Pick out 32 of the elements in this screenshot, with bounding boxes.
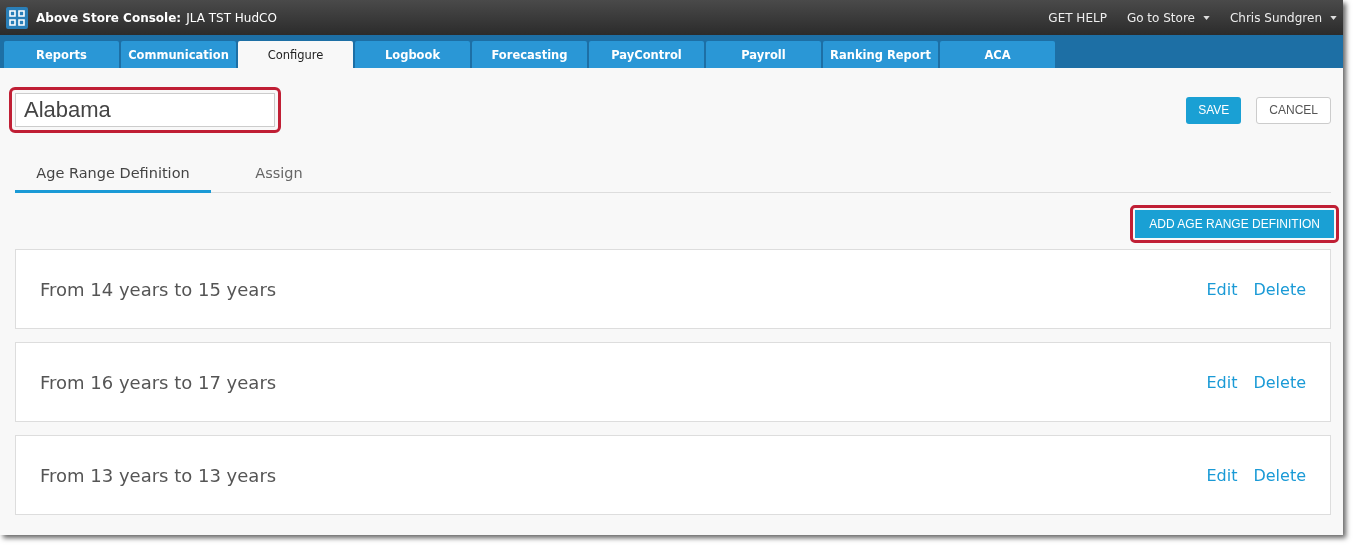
edit-link[interactable]: Edit [1206,372,1238,392]
range-text: From 13 years to 13 years [40,464,277,486]
cancel-button[interactable]: CANCEL [1256,96,1331,124]
range-text: From 16 years to 17 years [40,371,277,393]
nav-tab[interactable]: Ranking Report [823,41,938,68]
add-definition-button[interactable]: ADD AGE RANGE DEFINITION [1135,210,1334,238]
delete-link[interactable]: Delete [1253,465,1306,485]
save-button[interactable]: SAVE [1186,96,1242,124]
sub-tab[interactable]: Age Range Definition [15,157,211,193]
delete-link[interactable]: Delete [1253,372,1306,392]
header-link[interactable]: GET HELP [1048,10,1107,25]
nav-tab[interactable]: Configure [238,41,353,68]
caret-icon [1330,15,1337,20]
header-link[interactable]: Chris Sundgren [1229,10,1337,25]
logo-icon [6,6,28,29]
caret-icon [1202,15,1210,20]
sub-tab[interactable]: Assign [211,157,347,193]
range-text: From 14 years to 15 years [40,278,277,300]
header-link[interactable]: Go to Store [1126,10,1210,25]
delete-link[interactable]: Delete [1253,279,1306,299]
edit-link[interactable]: Edit [1206,465,1238,485]
app-title: Above Store Console: [36,10,182,25]
store-name: JLA TST HudCO [186,10,277,25]
nav-tab[interactable]: Forecasting [472,41,587,68]
edit-link[interactable]: Edit [1206,279,1238,299]
nav-tab[interactable]: Communication [121,41,236,68]
nav-tab[interactable]: Logbook [355,41,470,68]
nav-tab[interactable]: PayControl [589,41,704,68]
nav-tab[interactable]: Payroll [706,41,821,68]
nav-tab[interactable]: Reports [4,41,119,68]
nav-tab[interactable]: ACA [940,41,1055,68]
name-field[interactable]: Alabama [15,93,275,127]
